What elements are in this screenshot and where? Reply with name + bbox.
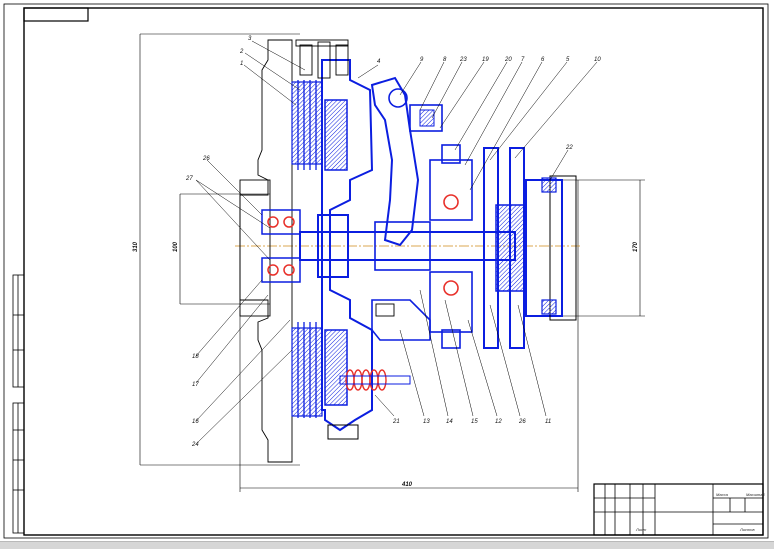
svg-text:24: 24 xyxy=(191,442,199,448)
output-flange xyxy=(525,179,563,317)
svg-text:27: 27 xyxy=(185,176,193,182)
pulley-hub xyxy=(495,204,527,292)
svg-text:14: 14 xyxy=(446,419,453,425)
svg-text:18: 18 xyxy=(192,354,199,360)
title-cell-sheet: Лист xyxy=(635,527,647,532)
housing-outline xyxy=(239,39,293,463)
svg-text:15: 15 xyxy=(471,419,478,425)
spring-rod xyxy=(339,375,411,385)
svg-text:7: 7 xyxy=(521,57,525,63)
svg-text:10: 10 xyxy=(594,57,601,63)
flange-bolt-top xyxy=(541,177,557,193)
svg-text:12: 12 xyxy=(495,419,502,425)
fork-bolt xyxy=(419,109,435,127)
left-margin-stamp xyxy=(12,274,25,534)
flange-block xyxy=(239,179,271,317)
title-cell-scale: Масштаб xyxy=(746,492,765,497)
svg-text:9: 9 xyxy=(420,57,424,63)
title-cell-sheets: Листов xyxy=(739,527,755,532)
svg-text:20: 20 xyxy=(504,57,512,63)
clutch-assembly-drawing: 310 410 100 170 3 2 1 4 9 8 23 19 20 7 6… xyxy=(3,3,769,539)
title-cell-mass: Масса xyxy=(716,492,729,497)
center-bearing xyxy=(429,144,473,349)
top-left-stamp-box xyxy=(23,7,89,22)
svg-text:11: 11 xyxy=(545,419,551,425)
inner-frame xyxy=(23,7,764,536)
svg-text:16: 16 xyxy=(192,419,199,425)
svg-text:4: 4 xyxy=(377,59,381,65)
svg-text:3: 3 xyxy=(248,36,252,42)
flange-bolt-bottom xyxy=(541,299,557,315)
fork-pivot xyxy=(388,88,408,108)
svg-text:17: 17 xyxy=(192,382,199,388)
svg-text:2: 2 xyxy=(239,49,244,55)
callouts-left: 26 27 18 17 16 24 xyxy=(185,156,210,448)
svg-text:23: 23 xyxy=(459,57,467,63)
callouts-bottom: 21 13 14 15 12 26 11 xyxy=(392,419,551,425)
outer-frame xyxy=(3,3,769,539)
pressure-plate-top xyxy=(324,99,348,171)
svg-text:5: 5 xyxy=(566,57,570,63)
svg-text:26: 26 xyxy=(202,156,210,162)
svg-text:1: 1 xyxy=(240,61,243,67)
svg-text:21: 21 xyxy=(392,419,400,425)
release-fork xyxy=(370,76,420,247)
svg-text:26: 26 xyxy=(518,419,526,425)
title-block xyxy=(593,483,764,536)
lower-lever-bolt xyxy=(375,303,395,317)
svg-text:19: 19 xyxy=(482,57,489,63)
dim-shaft-dia-right: 170 xyxy=(633,241,639,252)
svg-text:22: 22 xyxy=(565,145,573,151)
dim-shaft-dia-left: 100 xyxy=(173,241,179,252)
dim-overall-height: 310 xyxy=(133,241,139,252)
dim-overall-length: 410 xyxy=(401,482,413,488)
disc-pack-bottom xyxy=(291,327,323,417)
svg-text:13: 13 xyxy=(423,419,430,425)
return-spring xyxy=(345,369,387,391)
pressure-plate-bottom xyxy=(324,329,348,406)
svg-text:6: 6 xyxy=(541,57,545,63)
svg-text:8: 8 xyxy=(443,57,447,63)
disc-pack-top xyxy=(291,81,323,165)
